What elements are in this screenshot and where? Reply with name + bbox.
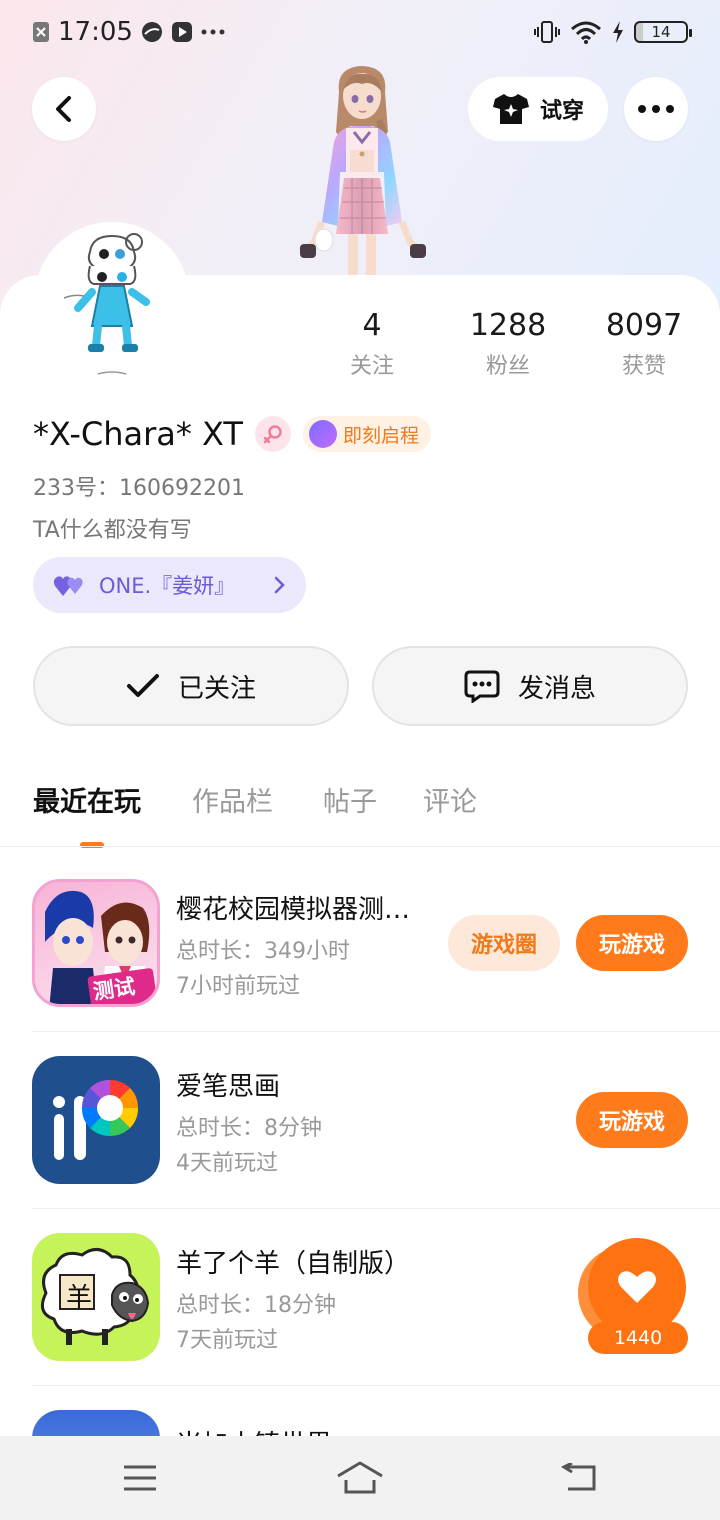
tab-recent-games[interactable]: 最近在玩 <box>33 780 141 819</box>
game-last-played: 4天前玩过 <box>176 1151 278 1176</box>
game-icon-ibis-paint <box>32 1056 160 1184</box>
wifi-icon <box>570 20 602 44</box>
profile-stats: 4 关注 1288 粉丝 8097 获赞 <box>0 308 720 388</box>
floating-like-button[interactable]: 1440 <box>588 1238 688 1354</box>
try-on-button[interactable]: 试穿 <box>468 77 608 141</box>
user-bio: TA什么都没有写 <box>33 518 192 543</box>
event-badge[interactable]: 即刻启程 <box>302 416 431 452</box>
username: *X-Chara* XT <box>33 415 243 453</box>
home-button[interactable] <box>300 1436 420 1520</box>
send-message-label: 发消息 <box>517 673 596 704</box>
game-title: 爱笔思画 <box>176 1072 281 1102</box>
following-label: 关注 <box>349 354 394 379</box>
floating-like-count: 1440 <box>588 1322 688 1354</box>
vibrate-icon <box>534 20 560 44</box>
message-bubble-icon <box>464 670 500 703</box>
likes-count: 8097 <box>605 308 683 343</box>
username-row: *X-Chara* XT 即刻启程 <box>33 415 431 453</box>
stat-following[interactable]: 4 关注 <box>312 308 432 380</box>
video-app-icon <box>171 21 193 43</box>
return-icon <box>560 1463 596 1491</box>
notification-x-icon <box>32 21 50 43</box>
game-last-played: 7小时前玩过 <box>176 974 300 999</box>
active-tab-indicator <box>80 842 104 848</box>
game-icon-label: 羊 <box>65 1283 92 1313</box>
list-item[interactable]: 米加小镇世界 <box>32 1410 688 1436</box>
send-message-button[interactable]: 发消息 <box>372 646 688 726</box>
list-divider <box>32 1385 720 1386</box>
likes-label: 获赞 <box>621 354 666 379</box>
couple-chip[interactable]: ONE.『姜妍』 <box>33 557 306 613</box>
game-title: 羊了个羊（自制版） <box>176 1249 411 1279</box>
list-item[interactable]: 测试版 樱花校园模拟器测… 总时长：349小时 7小时前玩过 游戏圈 玩游戏 <box>32 879 688 1055</box>
system-navigation-bar <box>0 1436 720 1520</box>
list-divider <box>32 1208 720 1209</box>
game-last-played: 7天前玩过 <box>176 1328 278 1353</box>
tab-posts[interactable]: 帖子 <box>323 780 377 819</box>
tab-comments[interactable]: 评论 <box>423 780 477 819</box>
menu-icon <box>124 1465 156 1491</box>
following-count: 4 <box>362 308 382 343</box>
chevron-right-icon <box>274 576 285 594</box>
couple-name: ONE.『姜妍』 <box>99 574 236 598</box>
recent-apps-button[interactable] <box>80 1436 200 1520</box>
more-dots-icon <box>638 105 674 113</box>
event-badge-icon <box>308 420 337 448</box>
followed-button[interactable]: 已关注 <box>33 646 349 726</box>
status-time: 17:05 <box>58 17 133 47</box>
followers-count: 1288 <box>469 308 547 343</box>
game-duration: 总时长：349小时 <box>176 939 350 964</box>
game-duration: 总时长：18分钟 <box>176 1293 336 1318</box>
checkmark-icon <box>126 674 159 697</box>
tshirt-icon <box>492 94 529 124</box>
app-notification-icon <box>141 21 163 43</box>
charging-icon <box>612 21 624 43</box>
game-circle-button[interactable]: 游戏圈 <box>448 915 560 971</box>
status-bar: 17:05 14 <box>0 0 720 64</box>
event-badge-label: 即刻启程 <box>342 424 419 447</box>
female-gender-icon <box>254 416 291 452</box>
user-id: 233号：160692201 <box>33 476 245 501</box>
more-options-button[interactable] <box>624 77 688 141</box>
chevron-left-icon <box>56 96 71 122</box>
game-icon-sakura-school: 测试版 <box>32 879 160 1007</box>
play-game-button[interactable]: 玩游戏 <box>576 1092 688 1148</box>
try-on-label: 试穿 <box>539 99 584 124</box>
profile-tabs: 最近在玩 作品栏 帖子 评论 <box>0 780 720 850</box>
list-item[interactable]: 爱笔思画 总时长：8分钟 4天前玩过 玩游戏 <box>32 1056 688 1232</box>
tabs-divider <box>0 846 720 847</box>
double-heart-icon <box>53 576 83 596</box>
tab-works[interactable]: 作品栏 <box>192 780 273 819</box>
stat-followers[interactable]: 1288 粉丝 <box>448 308 568 380</box>
play-game-button[interactable]: 玩游戏 <box>576 915 688 971</box>
heart-icon <box>618 1271 656 1303</box>
game-duration: 总时长：8分钟 <box>176 1116 322 1141</box>
followers-label: 粉丝 <box>485 354 530 379</box>
stat-likes[interactable]: 8097 获赞 <box>584 308 704 380</box>
game-title: 樱花校园模拟器测… <box>176 895 411 925</box>
game-icon-sheep: 羊 <box>32 1233 160 1361</box>
more-notifications-icon <box>201 29 225 35</box>
game-title: 米加小镇世界 <box>176 1424 436 1436</box>
home-icon <box>337 1461 383 1494</box>
dressed-avatar-figure[interactable] <box>284 62 440 276</box>
back-navigation-button[interactable] <box>520 1436 640 1520</box>
list-divider <box>32 1031 720 1032</box>
followed-label: 已关注 <box>177 673 256 704</box>
battery-icon: 14 <box>634 21 692 43</box>
game-icon-toca-world <box>32 1410 160 1436</box>
back-button[interactable] <box>32 77 96 141</box>
